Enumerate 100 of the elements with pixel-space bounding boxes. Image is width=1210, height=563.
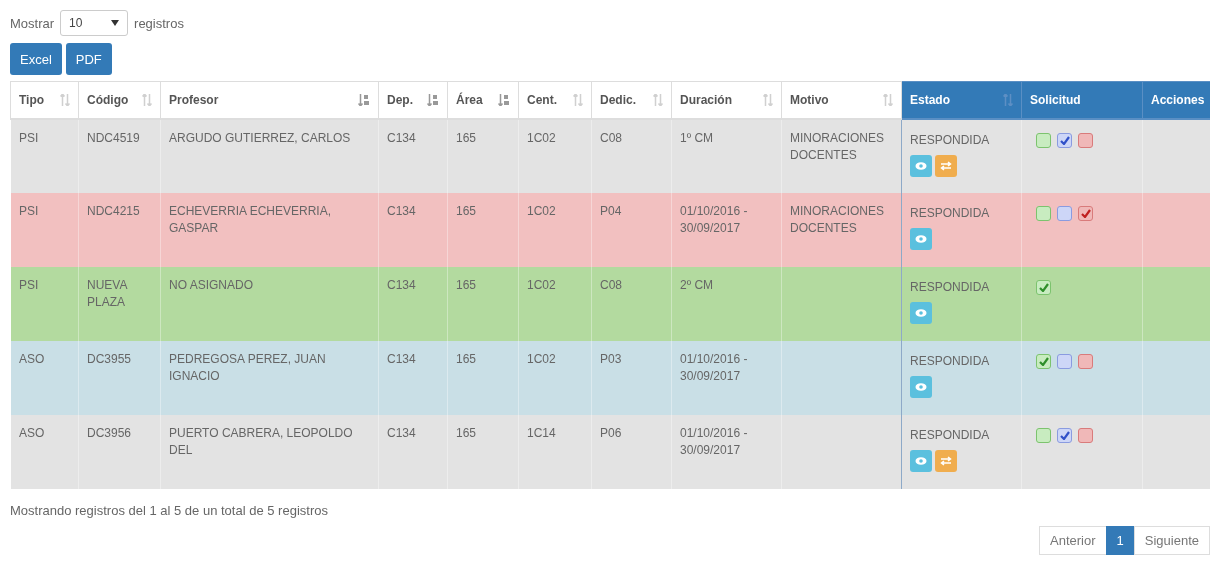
sort-icon xyxy=(573,94,583,106)
checkbox[interactable] xyxy=(1036,280,1051,295)
export-button[interactable]: Excel xyxy=(10,43,62,75)
table-cell: 165 xyxy=(456,426,477,440)
checkbox[interactable] xyxy=(1036,354,1051,369)
status-text: RESPONDIDA xyxy=(910,427,991,444)
pagination-link[interactable]: Anterior xyxy=(1039,526,1107,555)
checkbox[interactable] xyxy=(1078,354,1093,369)
dropdown-arrow-icon xyxy=(111,20,120,26)
transfer-button[interactable] xyxy=(935,155,957,178)
status-text: RESPONDIDA xyxy=(910,205,991,222)
view-button[interactable] xyxy=(910,228,932,251)
arrows-icon xyxy=(940,161,952,172)
table-cell: C08 xyxy=(600,278,622,292)
status-text: RESPONDIDA xyxy=(910,279,991,296)
table-cell: 1º CM xyxy=(680,131,714,145)
column-header[interactable]: Área xyxy=(447,81,519,119)
sort-icon xyxy=(763,94,773,106)
table-cell: NDC4215 xyxy=(87,204,140,218)
checkbox[interactable] xyxy=(1036,206,1051,221)
view-button[interactable] xyxy=(910,376,932,399)
table-cell: ASO xyxy=(19,426,45,440)
sort-icon xyxy=(358,94,370,106)
checkbox[interactable] xyxy=(1036,133,1051,148)
eye-icon xyxy=(915,235,927,244)
pagination-link[interactable]: 1 xyxy=(1105,526,1135,555)
pagination-link[interactable]: Siguiente xyxy=(1133,526,1210,555)
table-cell: P04 xyxy=(600,204,622,218)
table-cell: DC3955 xyxy=(87,352,132,366)
checkbox[interactable] xyxy=(1078,133,1093,148)
column-header[interactable]: Código xyxy=(78,81,161,119)
table-cell: PSI xyxy=(19,278,39,292)
view-button[interactable] xyxy=(910,450,932,473)
table-cell: PUERTO CABRERA, LEOPOLDO DEL xyxy=(169,426,353,458)
table-cell: 165 xyxy=(456,352,477,366)
table-cell: 1C02 xyxy=(527,352,556,366)
table-cell: C134 xyxy=(387,352,416,366)
eye-icon xyxy=(915,162,927,171)
column-header[interactable]: Acciones xyxy=(1142,81,1210,119)
table-cell: PEDREGOSA PEREZ, JUAN IGNACIO xyxy=(169,352,326,384)
arrows-icon xyxy=(940,456,952,467)
table-cell: P06 xyxy=(600,426,622,440)
table-cell: 1C02 xyxy=(527,131,556,145)
table-cell: C134 xyxy=(387,278,416,292)
length-label: registros xyxy=(134,15,184,31)
sort-icon xyxy=(427,94,439,106)
sort-icon xyxy=(60,94,70,106)
length-label: Mostrar xyxy=(10,15,55,31)
table-cell: PSI xyxy=(19,131,39,145)
table-cell: 1C02 xyxy=(527,278,556,292)
view-button[interactable] xyxy=(910,302,932,325)
eye-icon xyxy=(915,383,927,392)
table-cell: C134 xyxy=(387,426,416,440)
column-header[interactable]: Solicitud xyxy=(1021,81,1143,119)
view-button[interactable] xyxy=(910,155,932,178)
table-cell: MINORACIONES DOCENTES xyxy=(790,204,884,236)
column-header[interactable]: Tipo xyxy=(10,81,79,119)
checkbox[interactable] xyxy=(1057,133,1072,148)
table-cell: ASO xyxy=(19,352,45,366)
status-text: RESPONDIDA xyxy=(910,132,991,149)
column-header[interactable]: Duración xyxy=(671,81,782,119)
table-cell: ECHEVERRIA ECHEVERRIA, GASPAR xyxy=(169,204,332,236)
column-header[interactable]: Dep. xyxy=(378,81,448,119)
table-cell: NDC4519 xyxy=(87,131,140,145)
table-cell: C08 xyxy=(600,131,622,145)
eye-icon xyxy=(915,309,927,318)
column-header[interactable]: Motivo xyxy=(781,81,902,119)
table-cell: C134 xyxy=(387,131,416,145)
table-cell: 01/10/2016 - 30/09/2017 xyxy=(680,352,748,384)
sort-icon xyxy=(498,94,510,106)
table-cell: 1C14 xyxy=(527,426,556,440)
table-cell: ARGUDO GUTIERREZ, CARLOS xyxy=(169,131,351,145)
table-cell: P03 xyxy=(600,352,622,366)
table-cell: 2º CM xyxy=(680,278,714,292)
checkbox[interactable] xyxy=(1036,428,1051,443)
table-info: Mostrando registros del 1 al 5 de un total de 5 registros xyxy=(10,503,329,518)
sort-icon xyxy=(883,94,893,106)
column-header[interactable]: Profesor xyxy=(160,81,379,119)
column-header[interactable]: Dedic. xyxy=(591,81,672,119)
eye-icon xyxy=(915,457,927,466)
transfer-button[interactable] xyxy=(935,450,957,473)
table-cell: PSI xyxy=(19,204,39,218)
column-header[interactable]: Estado xyxy=(901,81,1022,119)
sort-icon xyxy=(653,94,663,106)
checkbox[interactable] xyxy=(1057,428,1072,443)
export-button[interactable]: PDF xyxy=(65,43,112,75)
table-cell: 1C02 xyxy=(527,204,556,218)
table-cell: DC3956 xyxy=(87,426,132,440)
sort-icon xyxy=(142,94,152,106)
table-cell: MINORACIONES DOCENTES xyxy=(790,131,884,163)
column-header[interactable]: Cent. xyxy=(518,81,592,119)
checkbox[interactable] xyxy=(1078,206,1093,221)
table-cell: 165 xyxy=(456,278,477,292)
sort-icon xyxy=(1003,94,1013,106)
table-cell: 01/10/2016 - 30/09/2017 xyxy=(680,204,748,236)
checkbox[interactable] xyxy=(1078,428,1093,443)
checkbox[interactable] xyxy=(1057,354,1072,369)
status-text: RESPONDIDA xyxy=(910,353,991,370)
page-length-select[interactable]: 10 xyxy=(60,10,129,36)
checkbox[interactable] xyxy=(1057,206,1072,221)
